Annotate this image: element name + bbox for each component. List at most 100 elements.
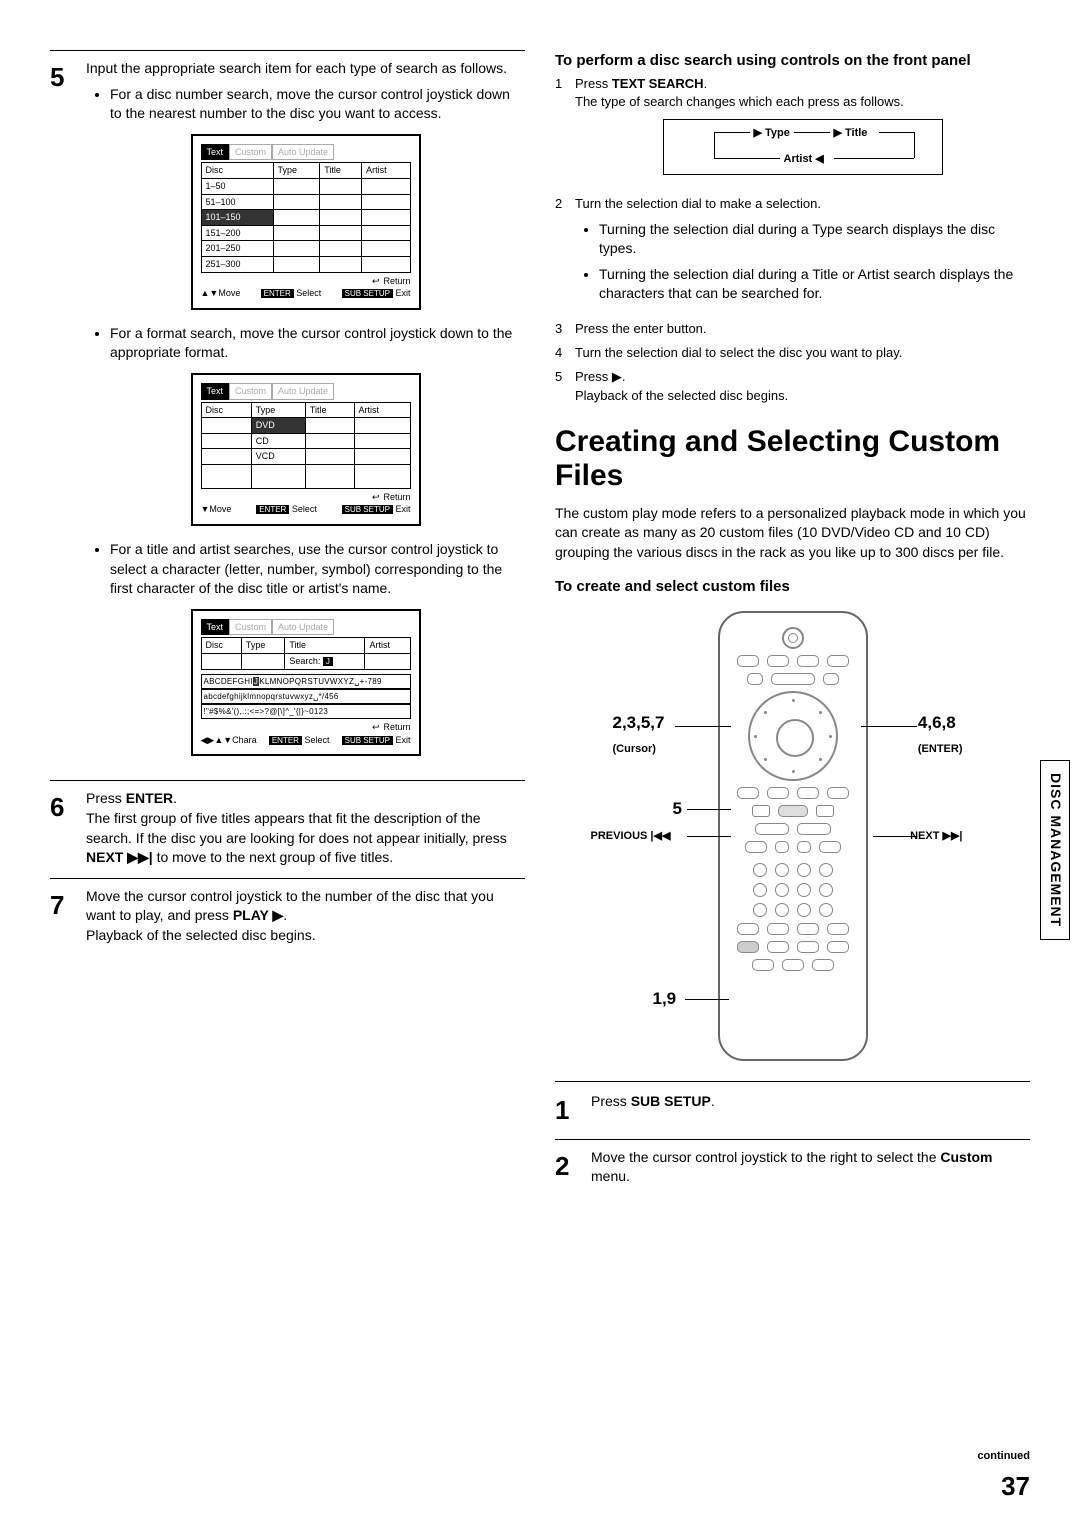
fp-step3: Press the enter button. bbox=[575, 320, 1030, 338]
osd-subsetup: SUB SETUP bbox=[342, 736, 393, 745]
step-number-5: 5 bbox=[50, 59, 86, 95]
osd-exit: Exit bbox=[395, 288, 410, 298]
side-tab: DISC MANAGEMENT bbox=[1040, 760, 1070, 940]
osd-row: 251–300 bbox=[201, 256, 273, 272]
osd-subsetup: SUB SETUP bbox=[342, 289, 393, 298]
osd-tab-text: Text bbox=[201, 619, 230, 636]
osd-tab-text: Text bbox=[201, 383, 230, 400]
page-number: 37 bbox=[1001, 1468, 1030, 1504]
osd-return: Return bbox=[383, 491, 410, 504]
label-1-9: 1,9 bbox=[653, 987, 677, 1011]
osd-tab-auto: Auto Update bbox=[272, 383, 334, 400]
osd-chara: Chara bbox=[232, 735, 257, 745]
return-icon: ↩ bbox=[372, 275, 380, 288]
osd-return: Return bbox=[383, 275, 410, 288]
step6-line1: Press ENTER. bbox=[86, 789, 525, 809]
fp-step5: Press ▶. bbox=[575, 368, 1030, 386]
fp-step1-body: The type of search changes which each pr… bbox=[575, 93, 1030, 111]
step6-body: The first group of five titles appears t… bbox=[86, 809, 525, 868]
osd-disc-number: Text Custom Auto Update Disc Type Title … bbox=[191, 134, 421, 310]
char-row-sym: !"#$%&'(),.:;<=>?@[\]^_'{|}~0123 bbox=[201, 704, 411, 719]
osd-hdr-type: Type bbox=[241, 638, 284, 654]
osd-format: Text Custom Auto Update Disc Type Title … bbox=[191, 373, 421, 526]
label-previous: PREVIOUS |◀◀ bbox=[591, 829, 671, 844]
osd-hdr-type: Type bbox=[251, 402, 305, 418]
osd-return: Return bbox=[383, 721, 410, 734]
continued-label: continued bbox=[977, 1449, 1030, 1464]
osd-tab-auto: Auto Update bbox=[272, 144, 334, 161]
flow-diagram: ▶ Type ▶ Title Artist ◀ bbox=[663, 119, 943, 175]
custom-step-1: Press SUB SETUP. bbox=[591, 1092, 1030, 1112]
osd-row-selected: 101–150 bbox=[201, 210, 273, 226]
osd-hdr-disc: Disc bbox=[201, 163, 273, 179]
osd-tab-custom: Custom bbox=[229, 619, 272, 636]
step5-bullet2: For a format search, move the cursor con… bbox=[110, 324, 525, 363]
label-cursor-sub: (Cursor) bbox=[613, 743, 656, 755]
osd-subsetup: SUB SETUP bbox=[342, 505, 393, 514]
osd-hdr-title: Title bbox=[285, 638, 365, 654]
label-enter: 4,6,8 bbox=[918, 713, 956, 732]
custom-step-1-num: 1 bbox=[555, 1092, 591, 1128]
osd-tab-text: Text bbox=[201, 144, 230, 161]
label-5: 5 bbox=[673, 797, 682, 821]
osd-row: VCD bbox=[251, 449, 305, 465]
osd-hdr-disc: Disc bbox=[201, 638, 241, 654]
step7-line: Move the cursor control joystick to the … bbox=[86, 887, 525, 926]
osd-enter: ENTER bbox=[269, 736, 302, 745]
step5-intro: Input the appropriate search item for ea… bbox=[86, 59, 525, 79]
custom-files-heading: Creating and Selecting Custom Files bbox=[555, 425, 1030, 494]
osd-row: 1–50 bbox=[201, 178, 273, 194]
osd-hdr-title: Title bbox=[305, 402, 354, 418]
fp-step2-b2: Turning the selection dial during a Titl… bbox=[599, 265, 1030, 304]
label-enter-sub: (ENTER) bbox=[918, 743, 963, 755]
osd-tab-custom: Custom bbox=[229, 383, 272, 400]
osd-hdr-artist: Artist bbox=[362, 163, 410, 179]
fp-step2: Turn the selection dial to make a select… bbox=[575, 195, 1030, 213]
osd-tab-auto: Auto Update bbox=[272, 619, 334, 636]
osd-select: Select bbox=[304, 735, 329, 745]
osd-tab-custom: Custom bbox=[229, 144, 272, 161]
step5-bullet1: For a disc number search, move the curso… bbox=[110, 85, 525, 124]
front-panel-heading: To perform a disc search using controls … bbox=[555, 50, 1030, 71]
osd-exit: Exit bbox=[395, 735, 410, 745]
osd-search-val: J bbox=[323, 657, 333, 666]
step-number-7: 7 bbox=[50, 887, 86, 923]
osd-hdr-artist: Artist bbox=[365, 638, 410, 654]
custom-step-2: Move the cursor control joystick to the … bbox=[591, 1148, 1030, 1187]
osd-row-selected: DVD bbox=[251, 418, 305, 434]
fp-step2-b1: Turning the selection dial during a Type… bbox=[599, 220, 1030, 259]
osd-row: 151–200 bbox=[201, 225, 273, 241]
osd-move: Move bbox=[209, 504, 231, 514]
remote-diagram: 2,3,5,7 (Cursor) 4,6,8 (ENTER) 5 PREVIOU… bbox=[633, 611, 953, 1061]
osd-row: CD bbox=[251, 433, 305, 449]
fp-step5-body: Playback of the selected disc begins. bbox=[575, 387, 1030, 405]
label-next: NEXT ▶▶| bbox=[910, 829, 962, 844]
custom-step-2-num: 2 bbox=[555, 1148, 591, 1184]
osd-hdr-artist: Artist bbox=[354, 402, 410, 418]
fp-step4: Turn the selection dial to select the di… bbox=[575, 344, 1030, 362]
fp-step1: Press TEXT SEARCH. bbox=[575, 75, 1030, 93]
osd-select: Select bbox=[296, 288, 321, 298]
custom-files-para: The custom play mode refers to a persona… bbox=[555, 504, 1030, 563]
osd-char-search: Text Custom Auto Update Disc Type Title … bbox=[191, 609, 421, 757]
step5-bullet3: For a title and artist searches, use the… bbox=[110, 540, 525, 599]
osd-select: Select bbox=[292, 504, 317, 514]
osd-enter: ENTER bbox=[256, 505, 289, 514]
osd-row: 201–250 bbox=[201, 241, 273, 257]
char-row-upper: ABCDEFGHIJKLMNOPQRSTUVWXYZ␣+-789 bbox=[201, 674, 411, 689]
osd-exit: Exit bbox=[395, 504, 410, 514]
osd-row: 51–100 bbox=[201, 194, 273, 210]
char-row-lower: abcdefghijklmnopqrstuvwxyz␣*/456 bbox=[201, 689, 411, 704]
osd-enter: ENTER bbox=[261, 289, 294, 298]
osd-move: Move bbox=[218, 288, 240, 298]
step-number-6: 6 bbox=[50, 789, 86, 825]
return-icon: ↩ bbox=[372, 721, 380, 734]
osd-search-label: Search: bbox=[289, 656, 320, 666]
label-cursor: 2,3,5,7 bbox=[613, 713, 665, 732]
osd-hdr-type: Type bbox=[273, 163, 320, 179]
osd-hdr-title: Title bbox=[320, 163, 362, 179]
osd-hdr-disc: Disc bbox=[201, 402, 251, 418]
custom-subheading: To create and select custom files bbox=[555, 576, 1030, 597]
return-icon: ↩ bbox=[372, 491, 380, 504]
step7-sub: Playback of the selected disc begins. bbox=[86, 926, 525, 946]
